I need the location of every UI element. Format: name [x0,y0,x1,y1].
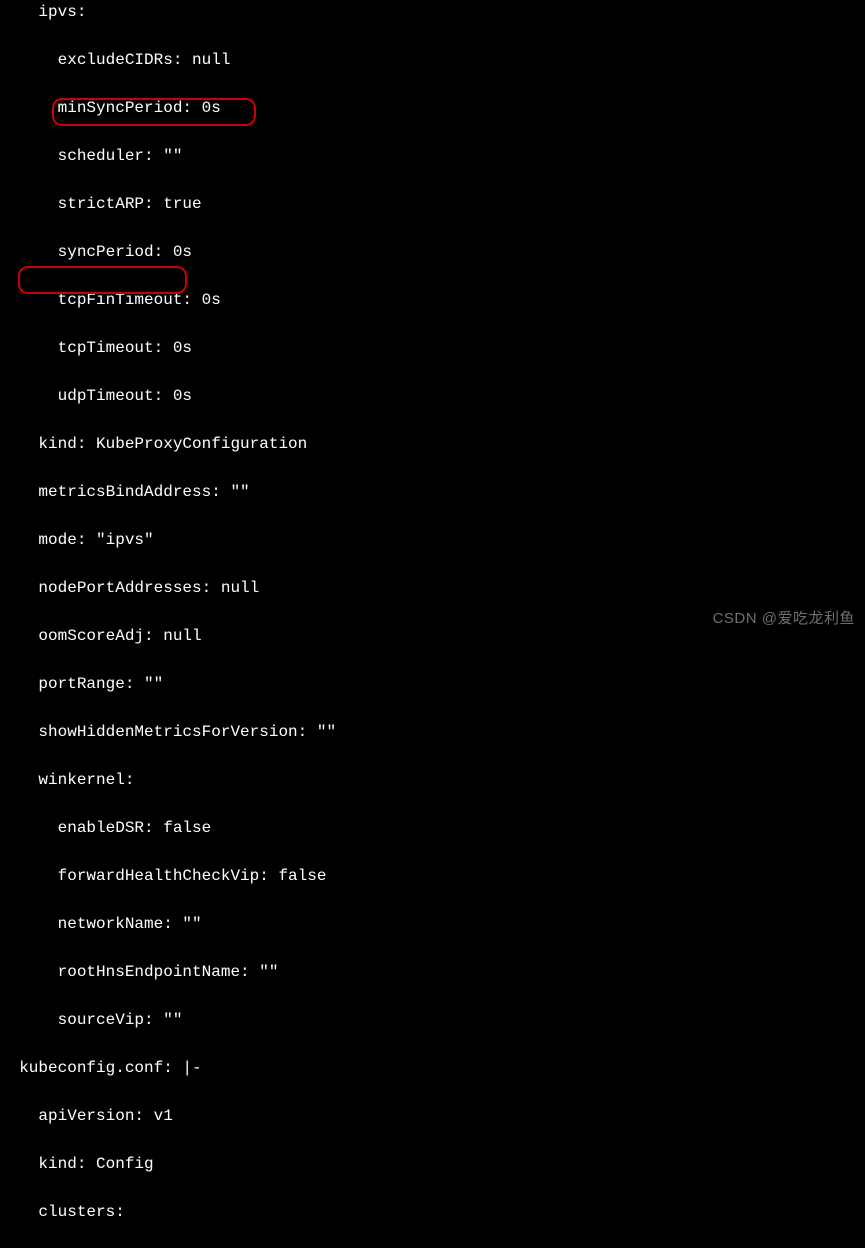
config-line: scheduler: "" [0,144,865,168]
config-line: udpTimeout: 0s [0,384,865,408]
config-line: syncPeriod: 0s [0,240,865,264]
config-line-mode: mode: "ipvs" [0,528,865,552]
config-line: minSyncPeriod: 0s [0,96,865,120]
config-line: kubeconfig.conf: |- [0,1056,865,1080]
watermark-text: CSDN @爱吃龙利鱼 [713,608,855,631]
config-line: apiVersion: v1 [0,1104,865,1128]
config-line: ipvs: [0,0,865,24]
config-line: kind: Config [0,1152,865,1176]
config-line: excludeCIDRs: null [0,48,865,72]
config-line: enableDSR: false [0,816,865,840]
config-line: sourceVip: "" [0,1008,865,1032]
config-line-strictarp: strictARP: true [0,192,865,216]
config-line: nodePortAddresses: null [0,576,865,600]
config-line: portRange: "" [0,672,865,696]
config-line: tcpFinTimeout: 0s [0,288,865,312]
config-line: metricsBindAddress: "" [0,480,865,504]
config-line: kind: KubeProxyConfiguration [0,432,865,456]
config-line: rootHnsEndpointName: "" [0,960,865,984]
config-line: networkName: "" [0,912,865,936]
config-line: forwardHealthCheckVip: false [0,864,865,888]
config-line: showHiddenMetricsForVersion: "" [0,720,865,744]
config-line: winkernel: [0,768,865,792]
config-line: tcpTimeout: 0s [0,336,865,360]
config-line: clusters: [0,1200,865,1224]
